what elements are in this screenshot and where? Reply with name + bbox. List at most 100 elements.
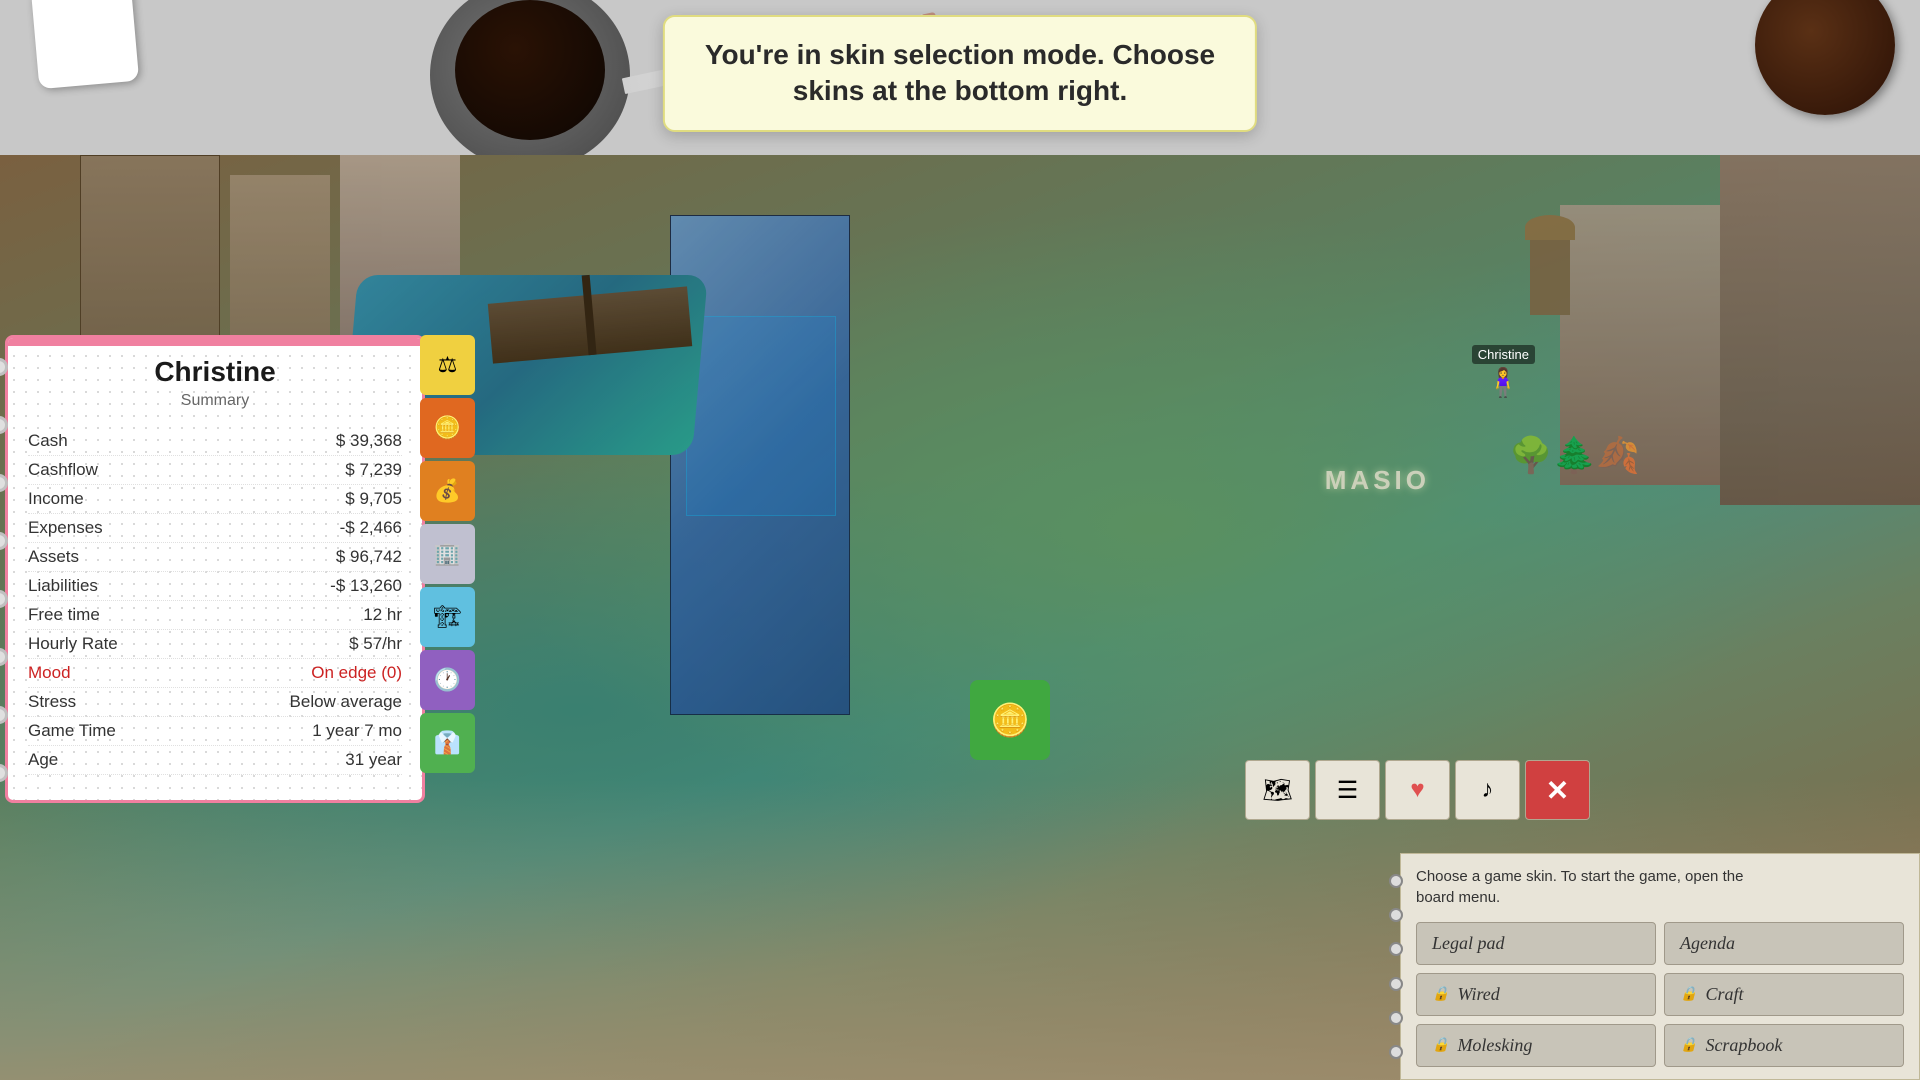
coffee-saucer [430,0,630,170]
stat-row-game-time: Game Time 1 year 7 mo [28,717,402,746]
stat-value-10: 1 year 7 mo [312,721,402,741]
christine-character: Christine 🧍‍♀️ [1472,345,1535,399]
tooltip-text: You're in skin selection mode. Chooseski… [705,37,1215,110]
skin-agenda-button[interactable]: Agenda [1664,922,1904,965]
skin-panel-inner: Choose a game skin. To start the game, o… [1401,854,1919,1079]
water-tower [1530,235,1570,315]
heart-icon: ♥ [1410,776,1424,804]
stat-label-6: Free time [28,605,100,625]
tab-time[interactable]: 🕐 [420,650,475,710]
spiral-ring-2 [0,416,8,434]
stat-value-6: 12 hr [363,605,402,625]
stat-row-free-time: Free time 12 hr [28,601,402,630]
stat-value-5: -$ 13,260 [330,576,402,596]
spiral-ring-7 [0,706,8,724]
stat-row-income: Income $ 9,705 [28,485,402,514]
spiral-ring-4 [0,532,8,550]
skin-grid: Legal pad Agenda 🔒 Wired 🔒 Craft 🔒 Moles… [1416,922,1904,1067]
tab-cash[interactable]: 🪙 [420,398,475,458]
coffee-top-right [1755,0,1895,115]
stat-row-age: Age31 year [28,746,402,775]
stat-label-4: Assets [28,547,79,567]
stat-row-expenses: Expenses -$ 2,466 [28,514,402,543]
christine-label: Christine [1472,345,1535,364]
close-button[interactable]: ✕ [1525,760,1590,820]
stat-label-9: Stress [28,692,76,712]
skin-craft-button[interactable]: 🔒 Craft [1664,973,1904,1016]
list-icon-button[interactable]: ☰ [1315,760,1380,820]
stat-label-2: Income [28,489,84,509]
panel-top-bar [8,338,422,346]
skin-legal-pad-button[interactable]: Legal pad [1416,922,1656,965]
stat-label-5: Liabilities [28,576,98,596]
stat-row-hourly-rate: Hourly Rate $ 57/hr [28,630,402,659]
building-right-1 [1720,155,1920,505]
water-tower-top [1525,215,1575,240]
craft-label: Craft [1705,984,1743,1005]
stat-value-2: $ 9,705 [345,489,402,509]
scrapbook-lock-icon: 🔒 [1680,1037,1697,1054]
airpods-lid [48,2,112,57]
tab-balance[interactable]: ⚖ [420,335,475,395]
heart-icon-button[interactable]: ♥ [1385,760,1450,820]
skin-wired-button[interactable]: 🔒 Wired [1416,973,1656,1016]
spiral-ring-5 [0,590,8,608]
autumn-trees: 🌳🌲🍂 [1509,435,1640,476]
agenda-label: Agenda [1680,933,1735,954]
tab-buttons-panel: ⚖ 🪙 💰 🏢 🏗 🕐 👔 [420,335,480,773]
spiral-ring-6 [0,648,8,666]
tab-assets[interactable]: 🏢 [420,524,475,584]
stat-label-10: Game Time [28,721,116,741]
wired-label: Wired [1457,984,1499,1005]
scrapbook-label: Scrapbook [1705,1035,1782,1056]
wired-lock-icon: 🔒 [1432,986,1449,1003]
stat-value-4: $ 96,742 [336,547,402,567]
craft-lock-icon: 🔒 [1680,986,1697,1003]
action-icons-bar: 🗺 ☰ ♥ ♪ ✕ [1245,760,1590,820]
stat-label-11: Age [28,750,58,770]
coins-icon: 🪙 [990,701,1030,739]
tab-buildings[interactable]: 🏗 [420,587,475,647]
masio-sign: MASIO [1325,465,1430,496]
stats-section: Cash $ 39,368 Cashflow$ 7,239 Income $ 9,705… [28,422,402,780]
tab-career[interactable]: 👔 [420,713,475,773]
map-icon-button[interactable]: 🗺 [1245,760,1310,820]
tab-income[interactable]: 💰 [420,461,475,521]
stat-value-7: $ 57/hr [349,634,402,654]
skin-panel-description: Choose a game skin. To start the game, o… [1416,866,1904,908]
stat-value-1: $ 7,239 [345,460,402,480]
notebook-ring-1 [1389,874,1403,888]
legal-pad-label: Legal pad [1432,933,1505,954]
stat-label-0: Cash [28,431,68,451]
stat-row-stress: StressBelow average [28,688,402,717]
notebook-ring-4 [1389,977,1403,991]
stat-label-3: Expenses [28,518,103,538]
molesking-lock-icon: 🔒 [1432,1037,1449,1054]
spiral-binding [0,358,8,782]
close-icon: ✕ [1546,774,1569,807]
skin-mode-tooltip: You're in skin selection mode. Chooseski… [663,15,1257,132]
stat-row-cashflow: Cashflow$ 7,239 [28,456,402,485]
character-panel: Christine Summary Cash$ 39,368Cashflow$ … [5,335,425,803]
skin-molesking-button[interactable]: 🔒 Molesking [1416,1024,1656,1067]
stat-row-assets: Assets $ 96,742 [28,543,402,572]
stat-row-cash: Cash $ 39,368 [28,427,402,456]
stat-label-8: Mood [28,663,71,683]
stat-label-7: Hourly Rate [28,634,118,654]
stat-value-3: -$ 2,466 [340,518,402,538]
money-action-button[interactable]: 🪙 [970,680,1050,760]
stat-value-8: On edge (0) [311,663,402,683]
coffee-cup-inner [455,0,605,140]
notebook-rings [1389,854,1403,1079]
spiral-ring-1 [0,358,8,376]
christine-figure: 🧍‍♀️ [1472,366,1535,399]
notebook-ring-3 [1389,942,1403,956]
skin-scrapbook-button[interactable]: 🔒 Scrapbook [1664,1024,1904,1067]
list-icon: ☰ [1337,776,1359,805]
stat-value-0: $ 39,368 [336,431,402,451]
music-icon: ♪ [1482,776,1494,804]
notebook-ring-6 [1389,1045,1403,1059]
music-icon-button[interactable]: ♪ [1455,760,1520,820]
stat-row-liabilities: Liabilities -$ 13,260 [28,572,402,601]
map-icon: 🗺 [1262,776,1292,805]
